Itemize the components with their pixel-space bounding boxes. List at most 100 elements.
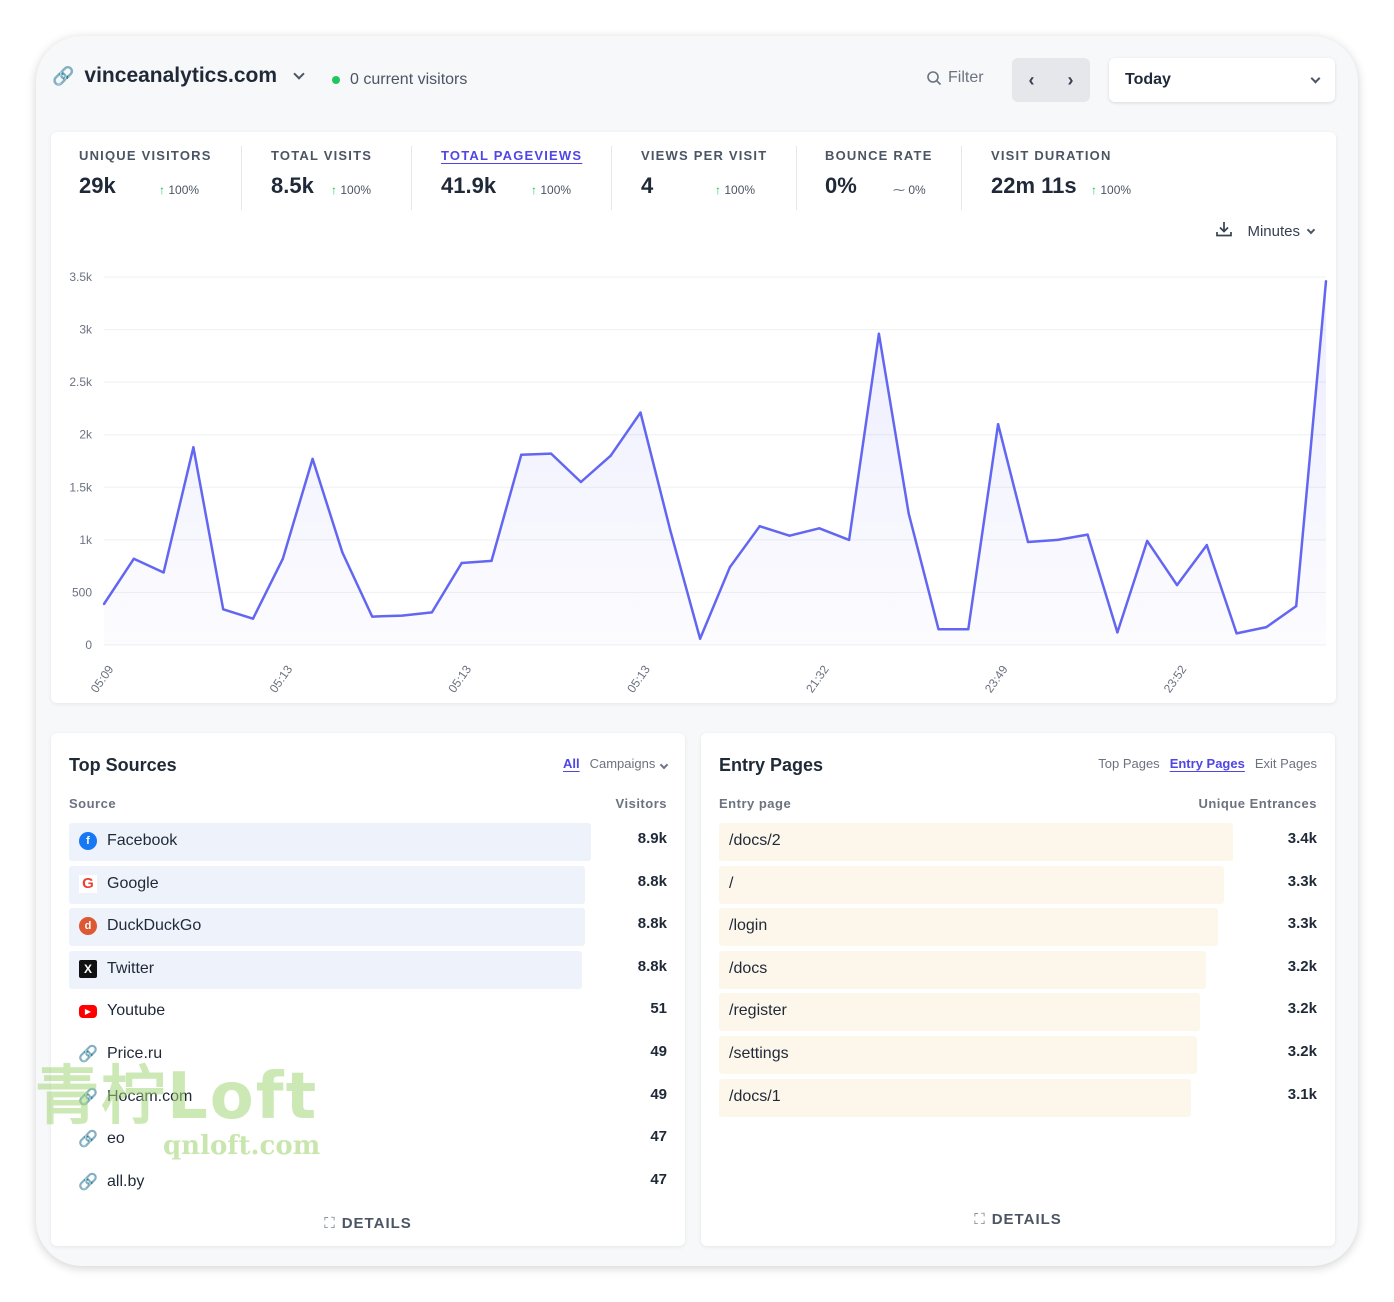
metrics-bar: UNIQUE VISITORS 29k ↑ 100% TOTAL VISITS … <box>51 132 1336 222</box>
list-item[interactable]: /settings 3.2k <box>719 1034 1317 1077</box>
list-item[interactable]: 🔗 all.by 47 <box>69 1162 667 1205</box>
panel-title: Top Sources <box>69 755 177 775</box>
tab-top-pages[interactable]: Top Pages <box>1098 756 1159 771</box>
metric-change: ↑ 100% <box>331 183 371 197</box>
x-tick-label: 05:13 <box>624 662 653 695</box>
x-twitter-icon: X <box>79 959 97 978</box>
metric-value: 29k <box>79 173 116 198</box>
item-name: 🔗 Hocam.com <box>78 1088 192 1106</box>
metric-label: VIEWS PER VISIT <box>641 148 768 163</box>
data-point <box>579 480 583 484</box>
metric-label: TOTAL VISITS <box>271 148 373 163</box>
download-icon[interactable] <box>1215 220 1233 243</box>
metric-total-visits[interactable]: TOTAL VISITS 8.5k ↑ 100% <box>271 148 372 199</box>
value-bar <box>719 950 1207 989</box>
list-item[interactable]: d DuckDuckGo 8.8k <box>69 906 667 949</box>
metric-bounce-rate[interactable]: BOUNCE RATE 0% ⁓ 0% <box>825 148 933 199</box>
list-item[interactable]: ▶ Youtube 51 <box>69 991 667 1034</box>
next-period-button[interactable]: › <box>1051 58 1090 102</box>
list-item[interactable]: / 3.3k <box>719 864 1317 907</box>
list-item[interactable]: /docs/2 3.4k <box>719 821 1317 864</box>
data-point <box>639 411 642 414</box>
divider <box>411 146 412 210</box>
tab-campaigns[interactable]: Campaigns <box>590 756 669 771</box>
y-tick-label: 1.5k <box>69 480 93 494</box>
metric-change-value: 100% <box>724 183 756 197</box>
metric-value: 41.9k <box>441 173 497 198</box>
site-name: vinceanalytics.com <box>84 64 278 87</box>
data-point <box>222 608 225 611</box>
metric-change: ↑ 100% <box>159 183 199 197</box>
y-tick-label: 2.5k <box>69 375 93 389</box>
details-button[interactable]: ⛶ DETAILS <box>701 1211 1335 1228</box>
y-tick-label: 1k <box>79 533 93 547</box>
list-item[interactable]: 🔗 eo 47 <box>69 1119 667 1162</box>
link-icon: 🔗 <box>52 65 75 86</box>
tab-all[interactable]: All <box>563 756 580 771</box>
list-item[interactable]: /docs 3.2k <box>719 949 1317 992</box>
pages-list: /docs/2 3.4k / 3.3k/login 3.3k/docs 3.2k/regi… <box>719 821 1317 1119</box>
data-point <box>698 637 702 640</box>
y-tick-label: 3.5k <box>69 270 93 284</box>
value-bar <box>719 908 1219 947</box>
metric-views-per-visit[interactable]: VIEWS PER VISIT 4 ↑ 100% <box>641 148 767 199</box>
chevron-down-icon <box>659 760 669 770</box>
data-point <box>818 527 821 530</box>
filter-button[interactable]: Filter <box>926 69 984 87</box>
chevron-down-icon <box>1310 73 1321 83</box>
y-tick-label: 3k <box>79 323 93 337</box>
tab-entry-pages[interactable]: Entry Pages <box>1170 756 1245 771</box>
metric-change-value: 0% <box>908 183 926 197</box>
list-item[interactable]: /docs/1 3.1k <box>719 1077 1317 1120</box>
interval-label: Minutes <box>1247 223 1300 240</box>
list-item[interactable]: 🔗 Hocam.com 49 <box>69 1077 667 1120</box>
link-icon: 🔗 <box>78 1173 98 1191</box>
list-item[interactable]: G Google 8.8k <box>69 864 667 907</box>
tab-exit-pages[interactable]: Exit Pages <box>1255 756 1317 771</box>
metric-change: ↑ 100% <box>1091 183 1131 197</box>
item-label: / <box>729 874 734 892</box>
data-point <box>1324 280 1328 283</box>
data-point <box>937 628 940 631</box>
item-name: 🔗 Price.ru <box>78 1045 162 1063</box>
metric-total-pageviews[interactable]: TOTAL PAGEVIEWS 41.9k ↑ 100% <box>441 148 582 199</box>
filter-label: Filter <box>948 69 984 86</box>
item-label: Youtube <box>107 1002 166 1020</box>
item-value: 3.2k <box>1287 1042 1317 1060</box>
current-visitors[interactable]: 0 current visitors <box>332 71 467 89</box>
item-label: Google <box>107 874 159 892</box>
interval-select[interactable]: Minutes <box>1247 223 1316 240</box>
metric-change: ⁓ 0% <box>893 183 926 197</box>
list-item[interactable]: /login 3.3k <box>719 906 1317 949</box>
item-name: X Twitter <box>79 959 154 978</box>
details-button[interactable]: ⛶ DETAILS <box>51 1215 685 1232</box>
item-value: 49 <box>650 1042 667 1060</box>
data-point <box>1265 625 1268 629</box>
data-point <box>251 617 255 620</box>
list-item[interactable]: f Facebook 8.9k <box>69 821 667 864</box>
metric-change: ↑ 100% <box>715 183 755 197</box>
value-bar <box>719 1078 1192 1117</box>
data-point <box>847 538 851 542</box>
item-label: /docs <box>729 959 768 977</box>
list-item[interactable]: /register 3.2k <box>719 991 1317 1034</box>
arrow-up-icon: ↑ <box>159 183 165 197</box>
period-label: Today <box>1125 71 1171 88</box>
site-switcher[interactable]: 🔗 vinceanalytics.com <box>52 64 305 88</box>
top-sources-panel: Top Sources All Campaigns Source Visitor… <box>51 733 685 1246</box>
metric-visit-duration[interactable]: VISIT DURATION 22m 11s ↑ 100% <box>991 148 1131 199</box>
no-change-icon: ⁓ <box>893 183 905 197</box>
period-select[interactable]: Today <box>1109 58 1335 102</box>
data-point <box>102 602 106 606</box>
item-value: 47 <box>650 1170 667 1188</box>
stats-card: UNIQUE VISITORS 29k ↑ 100% TOTAL VISITS … <box>51 132 1336 703</box>
metric-value: 4 <box>641 173 654 198</box>
list-item[interactable]: 🔗 Price.ru 49 <box>69 1034 667 1077</box>
item-value: 51 <box>650 1000 667 1018</box>
list-item[interactable]: X Twitter 8.8k <box>69 949 667 992</box>
data-point <box>400 614 404 617</box>
metric-change-value: 100% <box>340 183 372 197</box>
metric-unique-visitors[interactable]: UNIQUE VISITORS 29k ↑ 100% <box>79 148 212 199</box>
prev-period-button[interactable]: ‹ <box>1012 58 1051 102</box>
details-label: DETAILS <box>991 1211 1062 1228</box>
